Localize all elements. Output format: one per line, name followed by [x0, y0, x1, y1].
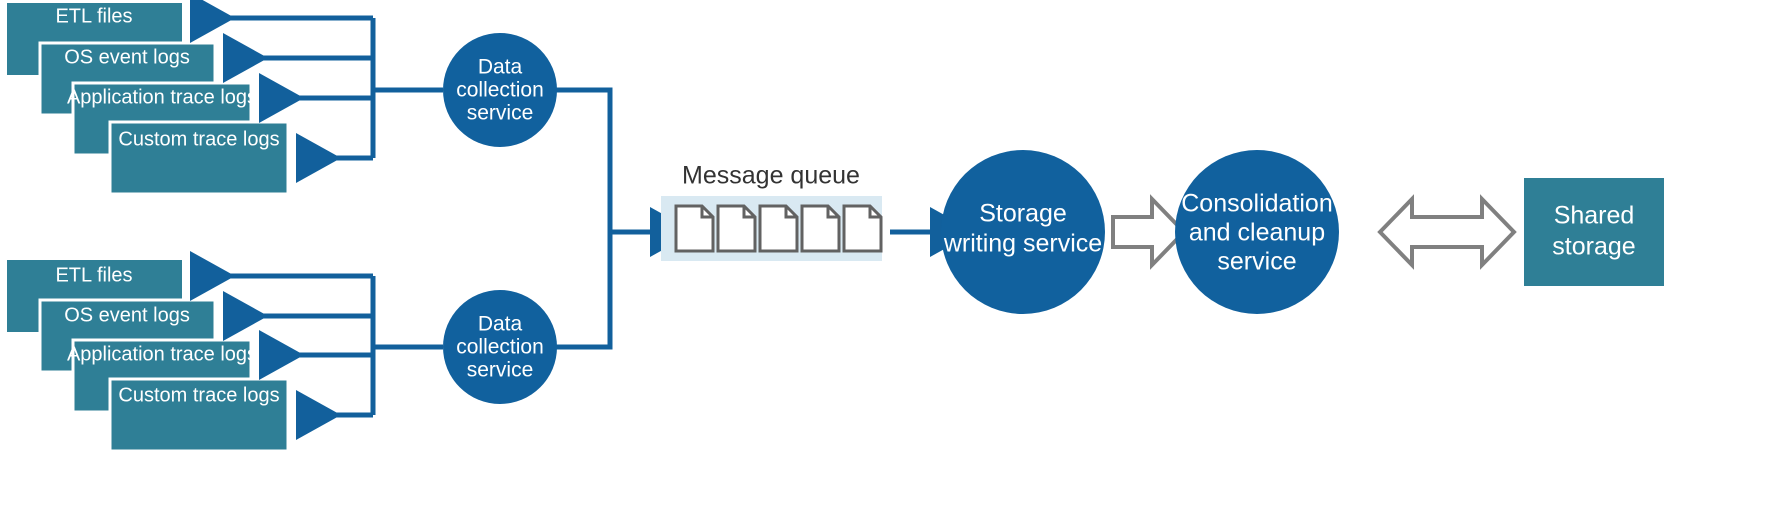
consolidation-service-line-2: and cleanup [1189, 219, 1325, 247]
bottom-sources-group: ETL files OS event logs Application trac… [7, 251, 443, 453]
block-arrow-right-icon [1111, 194, 1187, 270]
collector-bottom-line-2: collection [456, 336, 544, 359]
source-card-label: Application trace logs [67, 86, 257, 108]
source-card-label: Custom trace logs [118, 128, 279, 150]
shared-storage-line-2: storage [1552, 233, 1635, 261]
consolidation-service-line-1: Consolidation [1181, 190, 1333, 218]
collector-bottom-line-3: service [467, 359, 534, 382]
queue-message-5 [842, 204, 883, 253]
architecture-diagram: ETL files OS event logs Application trac… [0, 0, 1771, 516]
block-arrow-bidirectional-icon [1377, 194, 1517, 270]
source-card-bottom-4[interactable]: Custom trace logs [108, 377, 290, 453]
message-queue-caption: Message queue [682, 162, 860, 190]
source-card-top-4[interactable]: Custom trace logs [108, 120, 290, 196]
queue-message-2 [716, 204, 757, 253]
source-card-label: OS event logs [64, 46, 190, 68]
consolidation-cleanup-service[interactable]: Consolidation and cleanup service [1175, 150, 1339, 314]
consolidation-service-line-3: service [1217, 248, 1296, 276]
collector-top-line-3: service [467, 102, 534, 125]
storage-writing-service-line-1: Storage [979, 200, 1067, 228]
storage-writing-service[interactable]: Storage writing service [941, 150, 1105, 314]
source-card-label: OS event logs [64, 304, 190, 326]
message-queue[interactable]: Message queue [661, 162, 883, 261]
source-card-label: ETL files [55, 5, 132, 27]
queue-message-4 [800, 204, 841, 253]
top-sources-group: ETL files OS event logs Application trac… [7, 0, 443, 196]
collector-top-line-2: collection [456, 79, 544, 102]
shared-storage[interactable]: Shared storage [1524, 178, 1664, 286]
diagram-canvas: ETL files OS event logs Application trac… [7, 0, 1664, 453]
collector-bottom-line-1: Data [478, 313, 523, 336]
source-card-label: ETL files [55, 264, 132, 286]
collector-to-queue-trunk [556, 87, 695, 350]
collector-top[interactable]: Data collection service [443, 33, 557, 147]
collector-top-line-1: Data [478, 56, 523, 79]
queue-message-1 [674, 204, 715, 253]
source-card-label: Custom trace logs [118, 384, 279, 406]
shared-storage-line-1: Shared [1554, 202, 1635, 230]
queue-message-3 [758, 204, 799, 253]
source-card-label: Application trace logs [67, 343, 257, 365]
storage-writing-service-line-2: writing service [943, 230, 1102, 258]
collector-bottom[interactable]: Data collection service [443, 290, 557, 404]
